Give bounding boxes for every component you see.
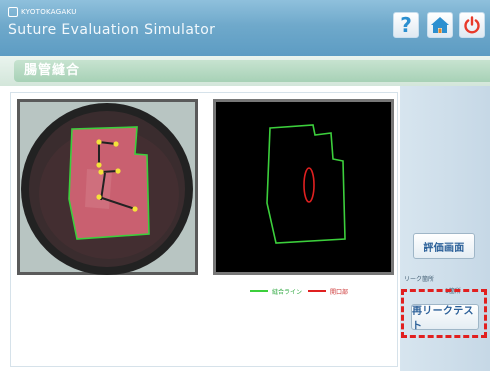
legend-green-label: 縫合ライン — [272, 288, 303, 296]
analysis-view — [213, 99, 394, 275]
help-button[interactable]: ? — [393, 12, 419, 38]
brand-row: KYOTOKAGAKU — [8, 7, 77, 17]
section-bar: 腸管縫合 — [0, 56, 490, 86]
green-swatch — [250, 290, 268, 292]
legend-opening: 開口部 — [308, 285, 348, 297]
specimen-photo — [17, 99, 198, 275]
legend-suture-line: 縫合ライン — [250, 285, 302, 297]
highlight-annotation — [401, 289, 487, 338]
legend-red-label: 開口部 — [330, 288, 349, 296]
brand-logo — [8, 7, 18, 17]
leak-caption: リーク箇所 — [404, 276, 435, 283]
help-icon: ? — [400, 13, 412, 37]
power-button[interactable] — [459, 12, 485, 38]
red-swatch — [308, 290, 326, 292]
home-button[interactable] — [427, 12, 453, 38]
app-window: KYOTOKAGAKU Suture Evaluation Simulator … — [0, 0, 490, 371]
specimen-photo-image — [17, 99, 198, 275]
brand-name: KYOTOKAGAKU — [21, 8, 77, 16]
app-title: Suture Evaluation Simulator — [8, 22, 216, 38]
home-icon — [431, 17, 449, 33]
evaluation-screen-button[interactable]: 評価画面 — [413, 233, 475, 259]
power-icon — [464, 16, 480, 34]
analysis-image — [216, 102, 391, 272]
section-title: 腸管縫合 — [14, 60, 490, 82]
title-bar: KYOTOKAGAKU Suture Evaluation Simulator … — [0, 0, 490, 56]
